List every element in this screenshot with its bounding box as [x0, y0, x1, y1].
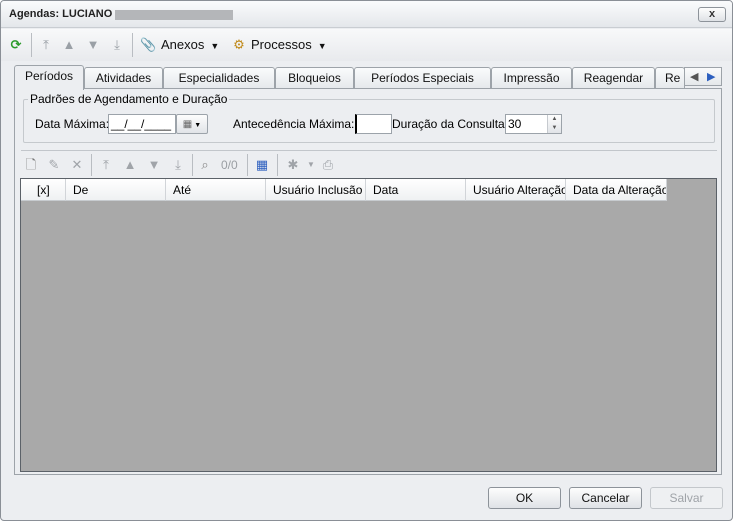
main-toolbar: ⟳ ⤒ ▲ ▼ ⤓ 📎 Anexos ▼ ⚙ Processos ▼	[1, 29, 732, 61]
column-header-ate[interactable]: Até	[166, 179, 266, 201]
edit-record-icon[interactable]: ✎	[46, 157, 62, 173]
duracao-value: 30	[508, 117, 522, 131]
periodos-panel: Padrões de Agendamento e Duração Data Má…	[14, 88, 722, 475]
data-maxima-label: Data Máxima:	[35, 117, 110, 131]
next-row-icon[interactable]: ▼	[146, 157, 162, 173]
tab-bloqueios[interactable]: Bloqueios	[275, 67, 354, 89]
column-header-data-alteracao[interactable]: Data da Alteração	[566, 179, 667, 201]
last-record-icon[interactable]: ⤓	[109, 37, 125, 53]
duracao-input[interactable]: 30 ▲ ▼	[505, 114, 562, 134]
tab-periodos[interactable]: Períodos	[14, 65, 84, 90]
gears-icon: ⚙	[233, 37, 245, 52]
toolbar-separator	[31, 33, 32, 57]
new-record-icon[interactable]: 🗋	[23, 157, 39, 173]
toolbar-separator	[247, 154, 248, 176]
save-button[interactable]: Salvar	[650, 487, 723, 509]
grid-layout-icon[interactable]: ▦	[254, 157, 270, 173]
first-record-icon[interactable]: ⤒	[38, 37, 54, 53]
toolbar-separator	[192, 154, 193, 176]
tab-scroll-left-icon[interactable]: ◀	[690, 70, 698, 83]
binoculars-icon[interactable]: ⌕	[197, 157, 213, 173]
refresh-icon[interactable]: ⟳	[8, 37, 24, 53]
tab-re[interactable]: Re	[655, 67, 685, 89]
chevron-down-icon: ▼	[317, 40, 327, 51]
tools-icon[interactable]: ✱	[285, 157, 301, 173]
duracao-stepper[interactable]: ▲ ▼	[547, 115, 561, 133]
anexos-menu[interactable]: Anexos ▼	[161, 37, 219, 54]
antecedencia-label: Antecedência Máxima:	[233, 117, 355, 131]
tab-strip: Períodos Atividades Especialidades Bloqu…	[14, 65, 722, 90]
toolbar-separator	[277, 154, 278, 176]
tab-impressao[interactable]: Impressão	[491, 67, 572, 89]
paperclip-icon: 📎	[140, 37, 157, 52]
group-legend: Padrões de Agendamento e Duração	[28, 92, 230, 106]
chevron-down-icon: ▼	[210, 40, 220, 51]
first-row-icon[interactable]: ⤒	[98, 157, 114, 173]
calendar-icon: ▦	[182, 119, 193, 130]
tab-atividades[interactable]: Atividades	[84, 67, 163, 89]
window-title: Agendas: LUCIANO	[9, 8, 113, 20]
tab-periodos-especiais[interactable]: Períodos Especiais	[354, 67, 491, 89]
column-header-usuario-alteracao[interactable]: Usuário Alteração	[466, 179, 566, 201]
cancel-button[interactable]: Cancelar	[569, 487, 642, 509]
scheduling-defaults-group: Padrões de Agendamento e Duração Data Má…	[23, 92, 715, 143]
ok-button[interactable]: OK	[488, 487, 561, 509]
delete-record-icon[interactable]: ✕	[69, 157, 85, 173]
record-counter: 0/0	[221, 158, 238, 172]
column-header-de[interactable]: De	[66, 179, 166, 201]
grid-header: [x] De Até Usuário Inclusão Data Usuário…	[21, 179, 667, 201]
tab-scroll-buttons: ◀ ▶	[684, 67, 722, 86]
toolbar-separator	[132, 33, 133, 57]
chevron-down-icon: ▼	[194, 122, 202, 129]
processos-menu[interactable]: Processos ▼	[251, 37, 327, 54]
previous-row-icon[interactable]: ▲	[122, 157, 138, 173]
antecedencia-input[interactable]	[355, 114, 392, 134]
title-bar: Agendas: LUCIANO x	[1, 1, 732, 28]
redacted-name	[115, 10, 233, 20]
previous-record-icon[interactable]: ▲	[61, 37, 77, 53]
agenda-window: Agendas: LUCIANO x ⟳ ⤒ ▲ ▼ ⤓ 📎 Anexos ▼ ⚙…	[0, 0, 733, 521]
calendar-dropdown-button[interactable]: ▦ ▼	[176, 114, 208, 134]
column-header-select[interactable]: [x]	[21, 179, 66, 201]
close-button[interactable]: x	[698, 7, 726, 22]
tab-especialidades[interactable]: Especialidades	[163, 67, 275, 89]
periods-grid: [x] De Até Usuário Inclusão Data Usuário…	[20, 178, 717, 472]
tab-reagendar[interactable]: Reagendar	[572, 67, 655, 89]
grid-toolbar: 🗋 ✎ ✕ ⤒ ▲ ▼ ⤓ ⌕ 0/0 ▦ ✱ ▼ ⎙	[21, 151, 717, 179]
column-header-usuario-inclusao[interactable]: Usuário Inclusão	[266, 179, 366, 201]
next-record-icon[interactable]: ▼	[85, 37, 101, 53]
toolbar-separator	[91, 154, 92, 176]
data-maxima-input[interactable]: __/__/____	[108, 114, 176, 134]
column-header-data[interactable]: Data	[366, 179, 466, 201]
tab-scroll-right-icon[interactable]: ▶	[707, 70, 715, 83]
duracao-label: Duração da Consulta:	[392, 117, 509, 131]
last-row-icon[interactable]: ⤓	[170, 157, 186, 173]
chevron-down-icon[interactable]: ▼	[303, 157, 319, 173]
print-icon[interactable]: ⎙	[320, 157, 336, 173]
